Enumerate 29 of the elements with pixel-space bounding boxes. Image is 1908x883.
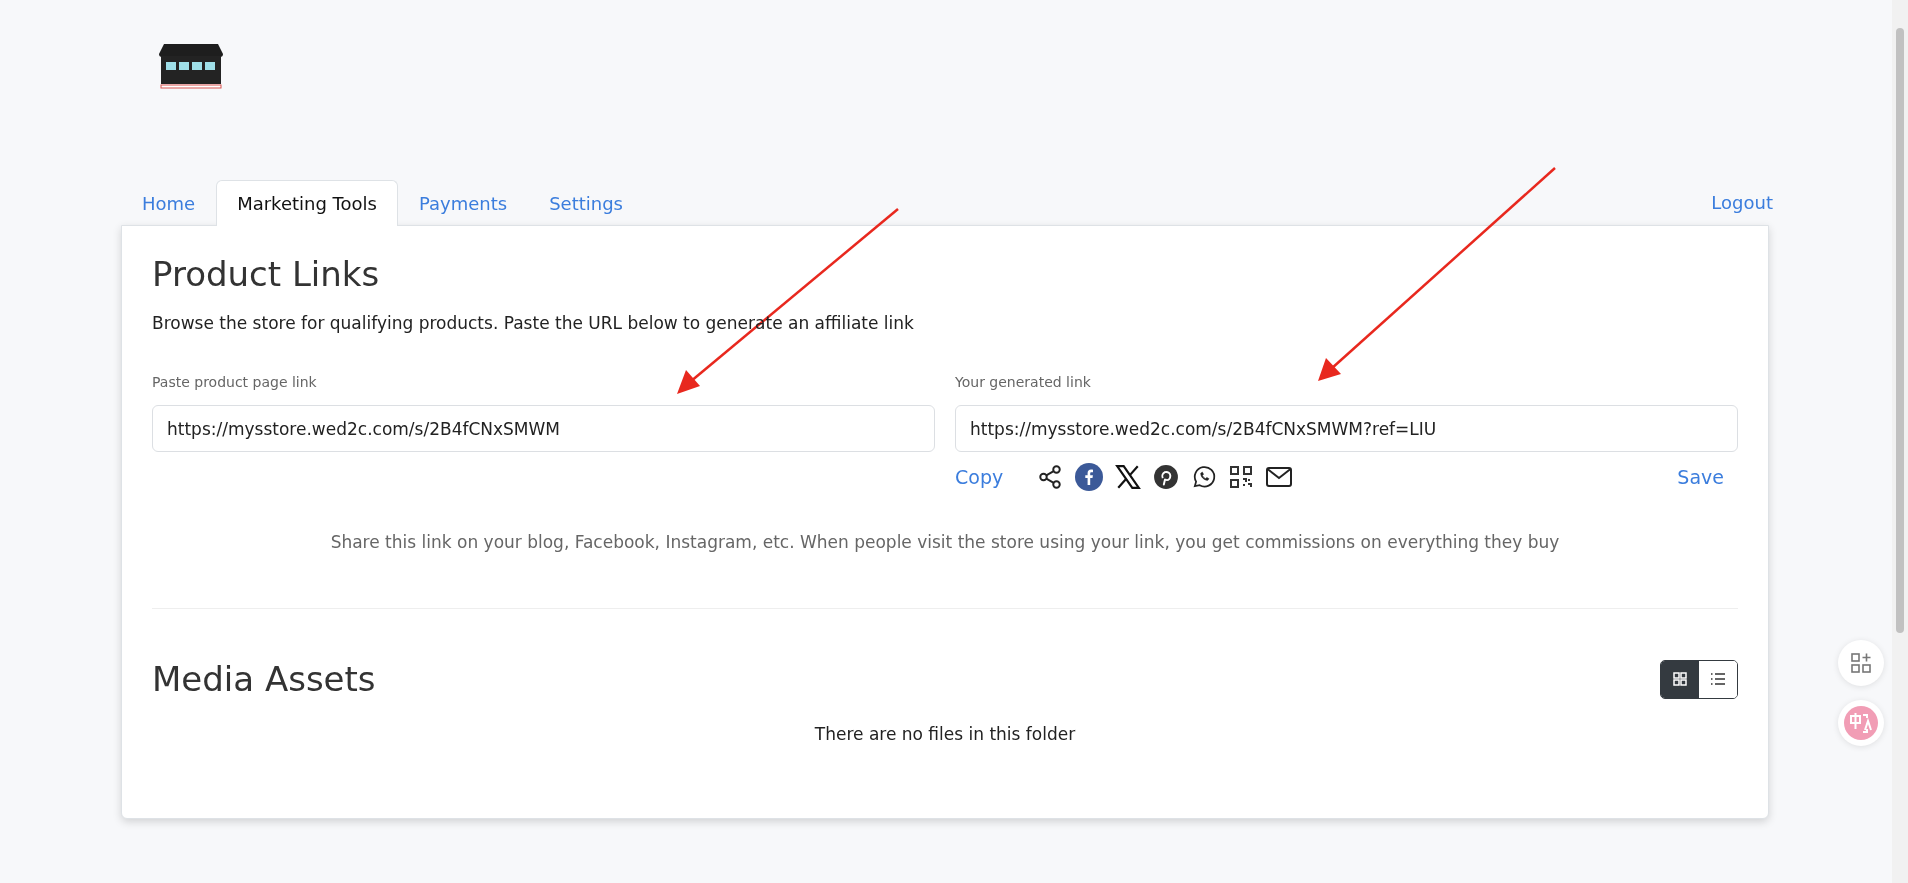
share-hint-text: Share this link on your blog, Facebook, Instagram, etc. When people visit the store using your link, you get commissions on everything they buy	[329, 532, 1561, 552]
url-field[interactable]: https://mysstore.wed2c.com/s/2B4fCNxSMWM	[152, 405, 935, 452]
facebook-icon[interactable]	[1075, 463, 1104, 491]
grid-view-button[interactable]	[1661, 660, 1699, 698]
nav-tab[interactable]: Settings	[528, 180, 644, 226]
section-title: Product Links	[152, 254, 381, 294]
logout-link[interactable]: Logout	[1711, 180, 1773, 225]
nav-tab[interactable]: Home	[121, 180, 217, 226]
field-label: Paste product page link	[152, 374, 318, 390]
mail-icon[interactable]	[1265, 465, 1294, 489]
scrollbar[interactable]	[1892, 0, 1908, 883]
translate-icon	[1844, 706, 1878, 740]
apps-add-icon	[1850, 652, 1872, 674]
qr-code-icon[interactable]	[1229, 465, 1254, 489]
nav-tab[interactable]: Marketing Tools	[216, 180, 398, 226]
field-label: Your generated link	[955, 374, 1092, 390]
list-icon	[1710, 672, 1726, 686]
url-field[interactable]: https://mysstore.wed2c.com/s/2B4fCNxSMWM?ref=LIU	[955, 405, 1738, 452]
apps-button[interactable]	[1838, 640, 1884, 686]
nav-tab[interactable]: Payments	[397, 180, 529, 226]
section-title: Media Assets	[152, 659, 376, 699]
save-link[interactable]: Save	[1677, 466, 1724, 488]
whatsapp-icon[interactable]	[1191, 464, 1218, 490]
empty-folder-message: There are no files in this folder	[813, 724, 1077, 744]
copy-link[interactable]: Copy	[955, 466, 1004, 488]
pinterest-icon[interactable]	[1153, 464, 1180, 490]
x-logo-icon[interactable]	[1115, 464, 1142, 490]
share-icon[interactable]	[1037, 464, 1064, 490]
grid-icon	[1673, 672, 1687, 686]
